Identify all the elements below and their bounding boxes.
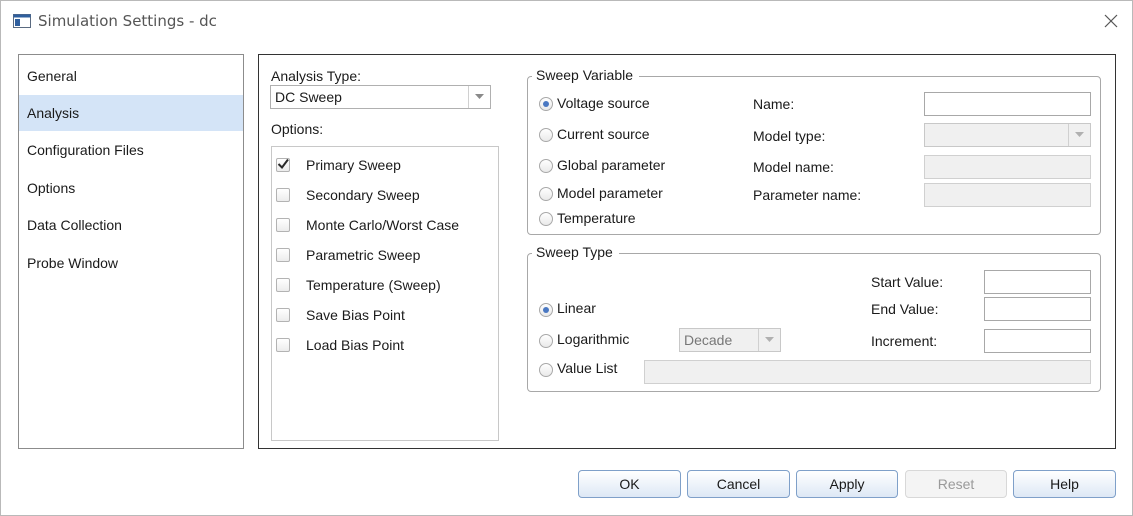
- radio-label[interactable]: Model parameter: [557, 185, 663, 201]
- title-bar: Simulation Settings - dc: [1, 1, 1132, 41]
- analysis-type-label: Analysis Type:: [271, 68, 362, 84]
- radio-current-source[interactable]: [539, 128, 553, 142]
- options-list: Primary Sweep Secondary Sweep Monte Carl…: [271, 146, 499, 441]
- nav-item-label: General: [27, 68, 77, 84]
- option-secondary-sweep[interactable]: Secondary Sweep: [272, 182, 498, 210]
- start-value-label: Start Value:: [871, 274, 944, 290]
- checkbox[interactable]: [276, 338, 290, 352]
- increment-input[interactable]: [984, 329, 1091, 353]
- radio-label[interactable]: Value List: [557, 360, 617, 376]
- nav-item-label: Data Collection: [27, 217, 122, 233]
- chevron-down-icon: [468, 86, 490, 108]
- radio-model-parameter[interactable]: [539, 187, 553, 201]
- option-label: Save Bias Point: [306, 307, 405, 323]
- checkbox[interactable]: [276, 248, 290, 262]
- option-label: Load Bias Point: [306, 337, 405, 353]
- radio-logarithmic[interactable]: [539, 334, 553, 348]
- nav-item-probe-window[interactable]: Probe Window: [19, 245, 243, 281]
- option-save-bias-point[interactable]: Save Bias Point: [272, 302, 498, 330]
- apply-button[interactable]: Apply: [796, 470, 898, 498]
- increment-label: Increment:: [871, 333, 938, 349]
- option-monte-carlo[interactable]: Monte Carlo/Worst Case: [272, 212, 498, 240]
- cancel-button[interactable]: Cancel: [687, 470, 790, 498]
- radio-label[interactable]: Global parameter: [557, 157, 665, 173]
- radio-label[interactable]: Logarithmic: [557, 331, 629, 347]
- dialog-window: Simulation Settings - dc General Analysi…: [0, 0, 1133, 516]
- nav-item-general[interactable]: General: [19, 58, 243, 94]
- nav-item-configuration-files[interactable]: Configuration Files: [19, 132, 243, 168]
- option-primary-sweep[interactable]: Primary Sweep: [272, 152, 498, 180]
- checkbox[interactable]: [276, 308, 290, 322]
- radio-label[interactable]: Voltage source: [557, 95, 650, 111]
- close-icon[interactable]: [1101, 11, 1121, 31]
- radio-label[interactable]: Current source: [557, 126, 650, 142]
- analysis-type-value: DC Sweep: [275, 89, 342, 105]
- option-parametric-sweep[interactable]: Parametric Sweep: [272, 242, 498, 270]
- name-input[interactable]: [924, 92, 1091, 116]
- log-scale-dropdown[interactable]: Decade: [679, 328, 781, 352]
- checkbox[interactable]: [276, 188, 290, 202]
- nav-item-label: Probe Window: [27, 255, 119, 271]
- parameter-name-label: Parameter name:: [753, 187, 862, 203]
- radio-global-parameter[interactable]: [539, 159, 553, 173]
- parameter-name-input[interactable]: [924, 183, 1091, 207]
- checkbox[interactable]: [276, 218, 290, 232]
- radio-value-list[interactable]: [539, 363, 553, 377]
- model-type-label: Model type:: [753, 128, 826, 144]
- end-value-label: End Value:: [871, 301, 939, 317]
- log-scale-value: Decade: [684, 332, 733, 348]
- settings-nav: General Analysis Configuration Files Opt…: [18, 54, 244, 449]
- nav-item-analysis[interactable]: Analysis: [19, 95, 243, 131]
- radio-label[interactable]: Temperature: [557, 210, 636, 226]
- end-value-input[interactable]: [984, 297, 1091, 321]
- nav-item-label: Configuration Files: [27, 142, 144, 158]
- radio-label[interactable]: Linear: [557, 300, 596, 316]
- checkmark-icon: [277, 158, 289, 170]
- option-temperature-sweep[interactable]: Temperature (Sweep): [272, 272, 498, 300]
- nav-item-data-collection[interactable]: Data Collection: [19, 207, 243, 243]
- option-label: Monte Carlo/Worst Case: [306, 217, 460, 233]
- nav-item-options[interactable]: Options: [19, 170, 243, 206]
- nav-item-label: Options: [27, 180, 76, 196]
- name-label: Name:: [753, 96, 795, 112]
- chevron-down-icon: [758, 329, 780, 351]
- app-window-icon: [13, 14, 31, 28]
- nav-item-label: Analysis: [27, 105, 80, 121]
- reset-button[interactable]: Reset: [905, 470, 1007, 498]
- sweep-type-title: Sweep Type: [532, 244, 619, 260]
- value-list-input[interactable]: [644, 360, 1091, 384]
- model-type-dropdown[interactable]: [924, 123, 1091, 147]
- window-title: Simulation Settings - dc: [38, 12, 217, 30]
- radio-voltage-source[interactable]: [539, 97, 553, 111]
- model-name-label: Model name:: [753, 159, 834, 175]
- checkbox[interactable]: [276, 158, 290, 172]
- checkbox[interactable]: [276, 278, 290, 292]
- options-label: Options:: [271, 121, 324, 137]
- analysis-type-dropdown[interactable]: DC Sweep: [270, 85, 491, 109]
- model-name-input[interactable]: [924, 155, 1091, 179]
- start-value-input[interactable]: [984, 270, 1091, 294]
- ok-button[interactable]: OK: [578, 470, 681, 498]
- option-label: Secondary Sweep: [306, 187, 420, 203]
- chevron-down-icon: [1068, 124, 1090, 146]
- option-load-bias-point[interactable]: Load Bias Point: [272, 332, 498, 360]
- radio-temperature[interactable]: [539, 212, 553, 226]
- help-button[interactable]: Help: [1013, 470, 1116, 498]
- option-label: Parametric Sweep: [306, 247, 421, 263]
- radio-linear[interactable]: [539, 303, 553, 317]
- sweep-variable-title: Sweep Variable: [532, 67, 640, 83]
- option-label: Temperature (Sweep): [306, 277, 441, 293]
- option-label: Primary Sweep: [306, 157, 401, 173]
